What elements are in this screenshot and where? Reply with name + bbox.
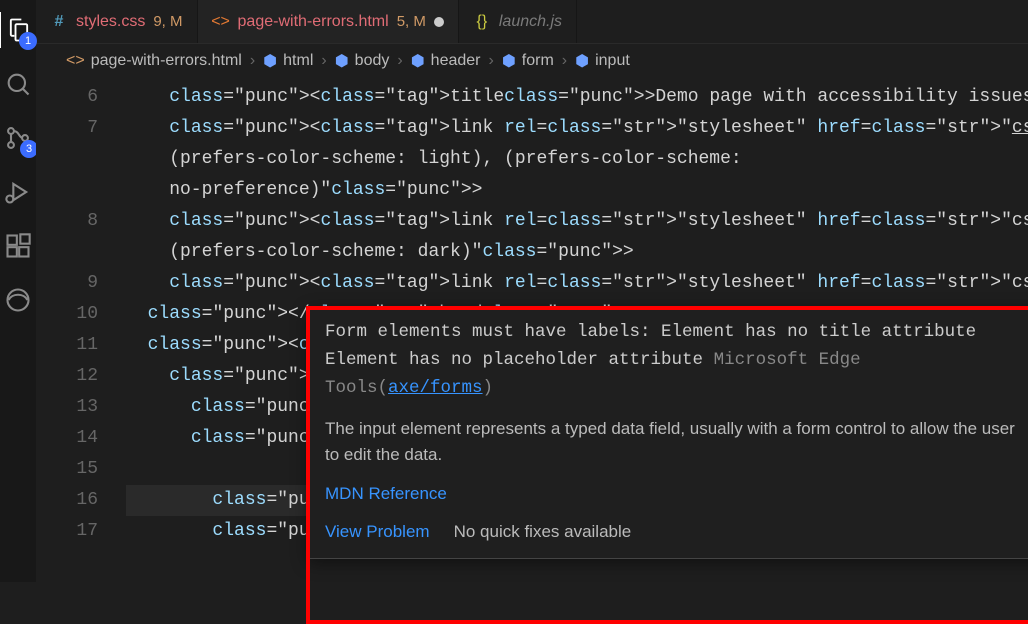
tab-launch-js[interactable]: {} launch.js [459, 0, 577, 43]
breadcrumb-html[interactable]: ⬢ html [263, 51, 313, 71]
symbol-icon: ⬢ [263, 51, 277, 71]
tab-page-with-errors[interactable]: <> page-with-errors.html 5, M [198, 0, 459, 43]
no-quickfix-label: No quick fixes available [454, 518, 632, 546]
breadcrumb-label: page-with-errors.html [91, 52, 242, 70]
html-file-icon: <> [212, 13, 230, 31]
chevron-right-icon: › [562, 52, 567, 70]
breadcrumb-label: input [595, 52, 630, 70]
activity-bar: 1 3 [0, 0, 36, 582]
json-file-icon: {} [473, 13, 491, 31]
breadcrumb-body[interactable]: ⬢ body [335, 51, 390, 71]
chevron-right-icon: › [321, 52, 326, 70]
problem-message: Form elements must have labels: Element … [325, 318, 1028, 402]
breadcrumb[interactable]: <> page-with-errors.html › ⬢ html › ⬢ bo… [36, 44, 1028, 78]
explorer-icon[interactable]: 1 [0, 12, 35, 48]
tab-label: styles.css [76, 13, 145, 31]
run-debug-icon[interactable] [0, 174, 36, 210]
tab-bar: # styles.css 9, M <> page-with-errors.ht… [36, 0, 1028, 44]
hover-actions: View Problem No quick fixes available [325, 512, 1028, 546]
symbol-icon: ⬢ [335, 51, 349, 71]
line-number-gutter: 67891011121314151617 [36, 78, 126, 582]
html-file-icon: <> [66, 52, 85, 70]
chevron-right-icon: › [397, 52, 402, 70]
breadcrumb-form[interactable]: ⬢ form [502, 51, 554, 71]
breadcrumb-label: form [522, 52, 554, 70]
breadcrumb-header[interactable]: ⬢ header [411, 51, 481, 71]
extensions-icon[interactable] [0, 228, 36, 264]
breadcrumb-label: body [355, 52, 390, 70]
breadcrumb-file[interactable]: <> page-with-errors.html [66, 52, 242, 70]
problem-text: Form elements must have labels: Element … [325, 322, 976, 370]
chevron-right-icon: › [489, 52, 494, 70]
tab-problems-badge: 5, M [397, 13, 426, 30]
mdn-reference-link[interactable]: MDN Reference [325, 476, 1028, 512]
source-control-icon[interactable]: 3 [0, 120, 36, 156]
symbol-icon: ⬢ [502, 51, 516, 71]
tab-label: page-with-errors.html [238, 13, 389, 31]
symbol-icon: ⬢ [575, 51, 589, 71]
tab-styles-css[interactable]: # styles.css 9, M [36, 0, 198, 43]
search-icon[interactable] [0, 66, 36, 102]
breadcrumb-input[interactable]: ⬢ input [575, 51, 630, 71]
dirty-indicator-icon [434, 17, 444, 27]
problem-rule-link[interactable]: axe/forms [388, 378, 483, 398]
element-description: The input element represents a typed dat… [325, 408, 1028, 476]
chevron-right-icon: › [250, 52, 255, 70]
css-file-icon: # [50, 13, 68, 31]
breadcrumb-label: header [431, 52, 481, 70]
code-editor[interactable]: 67891011121314151617 class="punc"><class… [36, 78, 1028, 582]
tab-problems-badge: 9, M [153, 13, 182, 30]
tab-label: launch.js [499, 13, 562, 31]
view-problem-link[interactable]: View Problem [325, 518, 430, 546]
hover-popup: Form elements must have labels: Element … [308, 307, 1028, 559]
edge-tools-icon[interactable] [0, 282, 36, 318]
explorer-badge: 1 [19, 32, 37, 50]
breadcrumb-label: html [283, 52, 313, 70]
editor-group: # styles.css 9, M <> page-with-errors.ht… [36, 0, 1028, 582]
symbol-icon: ⬢ [411, 51, 425, 71]
